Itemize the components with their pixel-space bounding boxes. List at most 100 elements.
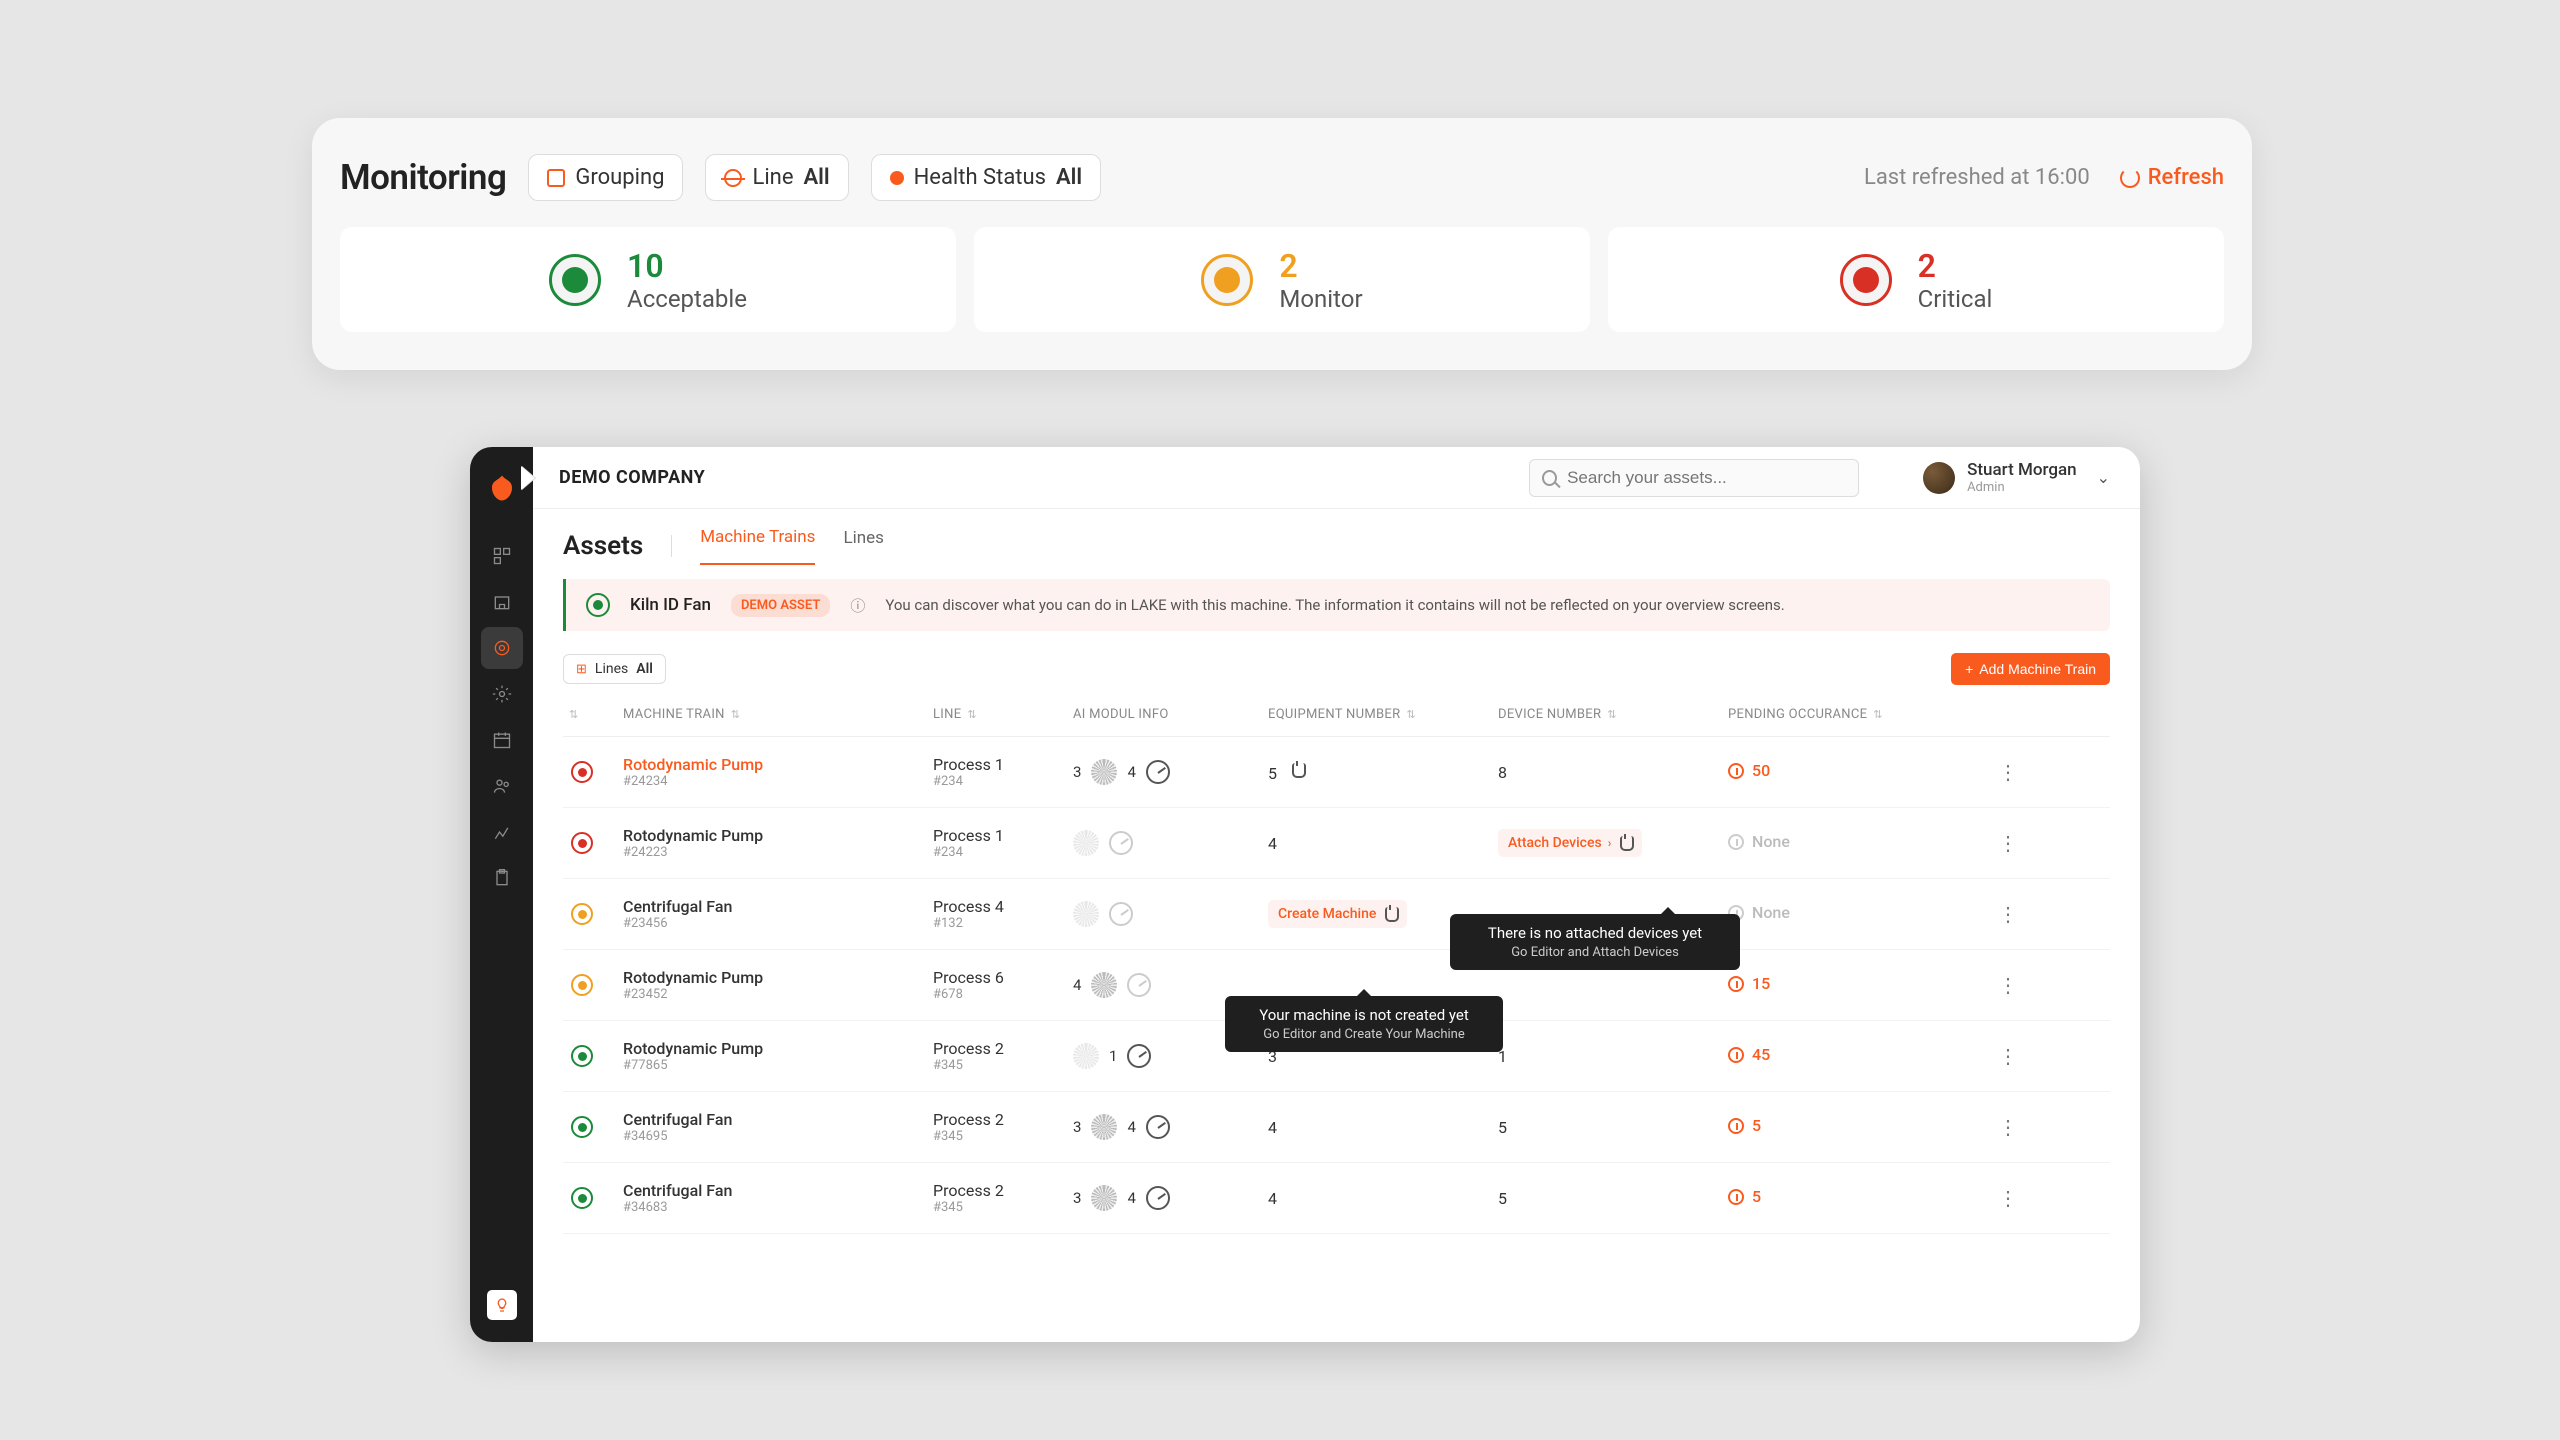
ai-ring-icon: [1073, 1043, 1099, 1069]
row-more-menu[interactable]: ⋮: [1998, 1044, 2018, 1068]
row-more-menu[interactable]: ⋮: [1998, 760, 2018, 784]
device-number: 5: [1498, 1118, 1507, 1137]
tooltip-create-machine: Your machine is not created yet Go Edito…: [1225, 996, 1503, 1052]
alert-icon: [1728, 834, 1744, 850]
ai-ring-icon: [1091, 759, 1117, 785]
app-topbar: DEMO COMPANY Stuart Morgan Admin ⌄: [533, 447, 2140, 509]
health-filter[interactable]: Health Status All: [871, 154, 1101, 201]
user-menu[interactable]: Stuart Morgan Admin ⌄: [1923, 460, 2110, 495]
sidebar-item-buildings[interactable]: [481, 581, 523, 623]
pointer-icon: [1289, 761, 1304, 779]
attach-devices-badge[interactable]: Attach Devices ›: [1498, 829, 1642, 857]
assets-toolbar: ⊞ Lines All + Add Machine Train: [533, 645, 2140, 693]
ai-gauge-icon: [1127, 973, 1151, 997]
status-dot-red-icon: [1840, 254, 1892, 306]
status-dot-icon: [571, 761, 593, 783]
refresh-button[interactable]: Refresh: [2120, 165, 2224, 190]
app-logo-icon[interactable]: [487, 473, 517, 503]
status-dot-icon: [586, 593, 610, 617]
equipment-number: 5: [1268, 764, 1277, 783]
ai-gauge-value: 4: [1127, 1189, 1135, 1207]
app-main: DEMO COMPANY Stuart Morgan Admin ⌄ Asset…: [533, 447, 2140, 1342]
table-row[interactable]: Rotodynamic Pump#24223Process 1#2344Atta…: [563, 808, 2110, 879]
search-field[interactable]: [1567, 468, 1846, 488]
create-machine-badge[interactable]: Create Machine: [1268, 900, 1407, 928]
table-row[interactable]: Centrifugal Fan#23456Process 4#132Create…: [563, 879, 2110, 950]
ai-gauge-icon: [1146, 1115, 1170, 1139]
sidebar-item-dashboard[interactable]: [481, 535, 523, 577]
col-pending: PENDING OCCURANCE: [1728, 707, 1867, 722]
line-id: #234: [933, 774, 1073, 789]
alert-icon: [1728, 1189, 1744, 1205]
row-more-menu[interactable]: ⋮: [1998, 902, 2018, 926]
search-input[interactable]: [1529, 459, 1859, 497]
row-more-menu[interactable]: ⋮: [1998, 1186, 2018, 1210]
machine-name: Rotodynamic Pump: [623, 1039, 933, 1058]
sort-icon[interactable]: ⇅: [1406, 708, 1416, 721]
table-row[interactable]: Rotodynamic Pump#24234Process 1#234345 8…: [563, 737, 2110, 808]
demo-info-text: You can discover what you can do in LAKE…: [885, 596, 1784, 614]
sidebar-bulb-icon[interactable]: [487, 1290, 517, 1320]
stat-monitor[interactable]: 2 Monitor: [974, 227, 1590, 332]
sidebar-item-calendar[interactable]: [481, 719, 523, 761]
line-filter[interactable]: Line All: [705, 154, 848, 201]
lines-chip-icon: ⊞: [576, 662, 587, 677]
sort-icon[interactable]: ⇅: [1607, 708, 1617, 721]
refresh-icon: [2120, 168, 2140, 188]
grouping-filter[interactable]: Grouping: [528, 154, 683, 201]
ai-gauge-icon: [1146, 760, 1170, 784]
sidebar-item-clipboard[interactable]: [481, 857, 523, 899]
device-number: 8: [1498, 763, 1507, 782]
health-dot-icon: [890, 171, 904, 185]
info-icon: ⓘ: [850, 595, 865, 616]
ai-ring-icon: [1073, 901, 1099, 927]
tab-machine-trains[interactable]: Machine Trains: [700, 527, 815, 565]
lines-filter[interactable]: ⊞ Lines All: [563, 654, 666, 684]
ai-ring-icon: [1073, 830, 1099, 856]
monitoring-header: Monitoring Grouping Line All Health Stat…: [340, 154, 2224, 201]
sidebar-item-assets[interactable]: [481, 627, 523, 669]
tooltip-sub: Go Editor and Create Your Machine: [1243, 1027, 1485, 1042]
row-more-menu[interactable]: ⋮: [1998, 973, 2018, 997]
sidebar-item-reports[interactable]: [481, 811, 523, 853]
col-ai: AI MODUL INFO: [1073, 707, 1169, 722]
line-name: Process 6: [933, 968, 1073, 987]
sort-icon[interactable]: ⇅: [1873, 708, 1883, 721]
ai-ring-icon: [1091, 1114, 1117, 1140]
col-machine: MACHINE TRAIN: [623, 707, 725, 722]
device-number: 5: [1498, 1189, 1507, 1208]
sort-icon[interactable]: ⇅: [731, 708, 741, 721]
equipment-number: 4: [1268, 834, 1277, 853]
stat-label: Monitor: [1279, 285, 1362, 313]
add-machine-train-button[interactable]: + Add Machine Train: [1951, 653, 2110, 685]
stat-critical[interactable]: 2 Critical: [1608, 227, 2224, 332]
status-dot-icon: [571, 1116, 593, 1138]
table-row[interactable]: Centrifugal Fan#34695Process 2#34534455⋮: [563, 1092, 2110, 1163]
table-row[interactable]: Centrifugal Fan#34683Process 2#34534455⋮: [563, 1163, 2110, 1234]
chevron-down-icon: ⌄: [2097, 468, 2110, 487]
status-dot-icon: [571, 1187, 593, 1209]
machine-id: #77865: [623, 1058, 933, 1073]
monitoring-card: Monitoring Grouping Line All Health Stat…: [312, 118, 2252, 370]
stat-count: 2: [1279, 247, 1362, 285]
row-more-menu[interactable]: ⋮: [1998, 1115, 2018, 1139]
ai-ring-value: 3: [1073, 1118, 1081, 1136]
row-more-menu[interactable]: ⋮: [1998, 831, 2018, 855]
sidebar-item-settings[interactable]: [481, 673, 523, 715]
pointer-icon: [1382, 905, 1397, 923]
line-id: #234: [933, 845, 1073, 860]
grouping-label: Grouping: [575, 165, 664, 190]
tab-lines[interactable]: Lines: [843, 528, 883, 564]
machine-id: #23452: [623, 987, 933, 1002]
sort-icon[interactable]: ⇅: [967, 708, 977, 721]
line-name: Process 2: [933, 1181, 1073, 1200]
stat-acceptable[interactable]: 10 Acceptable: [340, 227, 956, 332]
stat-count: 2: [1918, 247, 1993, 285]
sidebar-item-users[interactable]: [481, 765, 523, 807]
sidebar-expand-icon[interactable]: [521, 466, 535, 490]
sort-icon[interactable]: ⇅: [569, 708, 579, 721]
ai-ring-value: 3: [1073, 1189, 1081, 1207]
health-label: Health Status: [914, 165, 1046, 190]
machine-id: #34683: [623, 1200, 933, 1215]
grouping-icon: [547, 169, 565, 187]
